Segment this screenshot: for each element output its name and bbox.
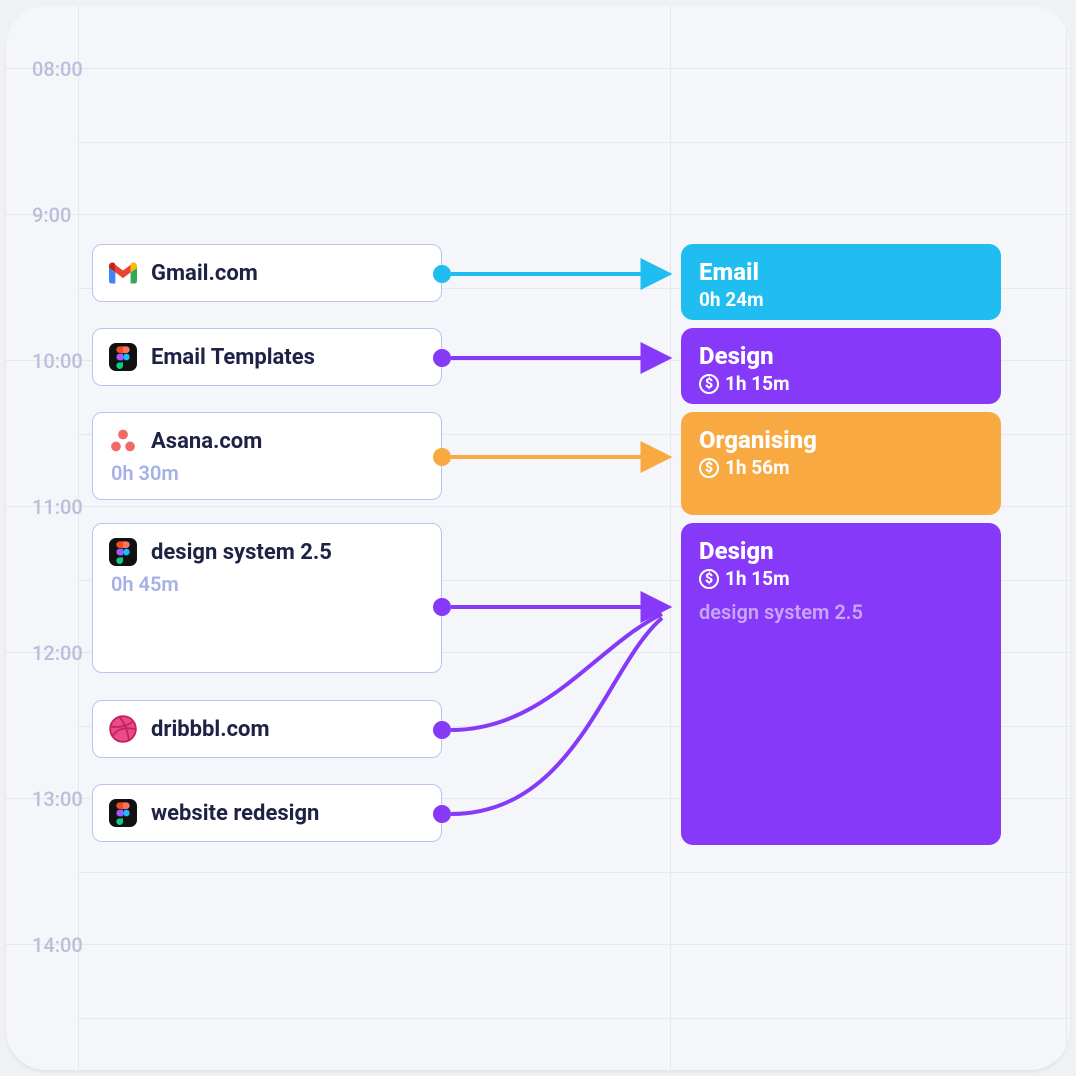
category-duration: 0h 24m [699,288,764,311]
source-label: design system 2.5 [151,540,332,565]
hour-label: 10:00 [32,349,83,373]
source-label: Asana.com [151,429,262,454]
asana-icon [109,427,137,455]
hour-label: 12:00 [32,641,83,665]
source-card-asana[interactable]: Asana.com 0h 30m [92,412,442,500]
hour-row: 08:00 [6,68,1070,214]
figma-icon [109,538,137,566]
gmail-icon [109,259,137,287]
category-title: Design [699,342,983,370]
source-card-gmail[interactable]: Gmail.com [92,244,442,302]
source-label: dribbbl.com [151,717,270,742]
category-block-design-large[interactable]: Design $1h 15m design system 2.5 [681,523,1001,845]
source-card-dribbble[interactable]: dribbbl.com [92,700,442,758]
figma-icon [109,343,137,371]
billable-icon: $ [699,458,719,478]
billable-icon: $ [699,374,719,394]
hour-label: 13:00 [32,787,83,811]
source-label: website redesign [151,801,319,826]
hour-row: 14:00 [6,944,1070,1070]
figma-icon [109,799,137,827]
category-duration: 1h 15m [725,372,790,395]
category-block-organising[interactable]: Organising $1h 56m [681,412,1001,515]
category-block-email[interactable]: Email 0h 24m [681,244,1001,320]
source-label: Gmail.com [151,261,258,286]
category-title: Organising [699,426,983,454]
billable-icon: $ [699,569,719,589]
source-duration: 0h 45m [109,572,425,596]
source-duration: 0h 30m [109,461,425,485]
category-duration: 1h 15m [725,567,790,590]
source-label: Email Templates [151,345,315,370]
category-block-design[interactable]: Design $1h 15m [681,328,1001,404]
category-title: Email [699,258,983,286]
category-note: design system 2.5 [699,600,983,624]
hour-label: 11:00 [32,495,83,519]
hour-label: 9:00 [32,203,71,227]
category-duration: 1h 56m [725,456,790,479]
hour-label: 08:00 [32,57,83,81]
source-card-design-system[interactable]: design system 2.5 0h 45m [92,523,442,673]
timeline-panel: 08:00 9:00 10:00 11:00 12:00 13:00 14:00… [6,6,1070,1070]
dribbble-icon [109,715,137,743]
hour-label: 14:00 [32,933,83,957]
source-card-website-redesign[interactable]: website redesign [92,784,442,842]
source-card-figma-templates[interactable]: Email Templates [92,328,442,386]
category-title: Design [699,537,983,565]
